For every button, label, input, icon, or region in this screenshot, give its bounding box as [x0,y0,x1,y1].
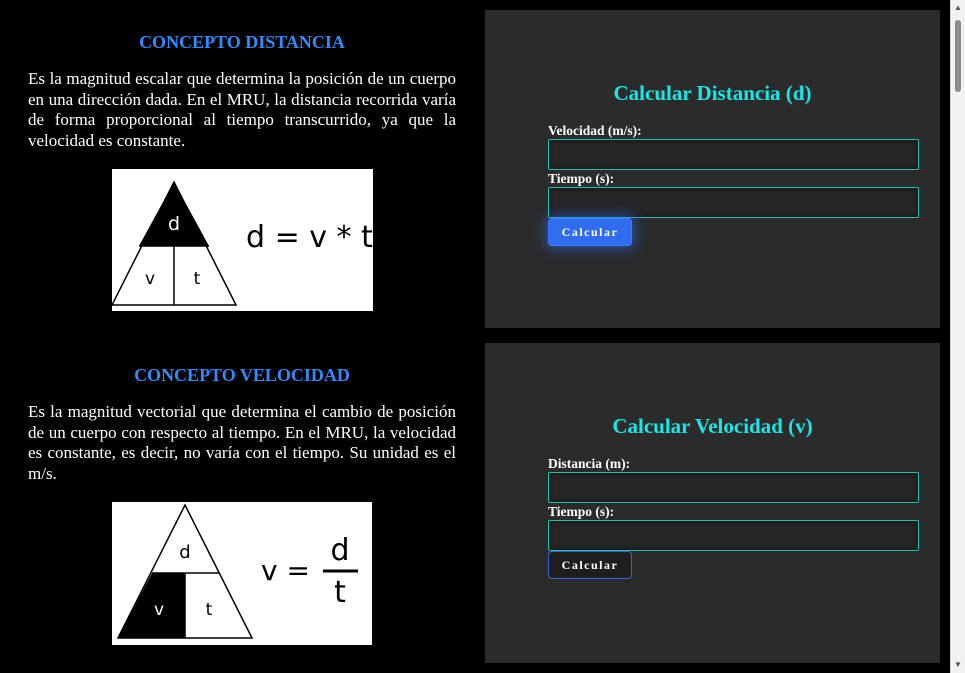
scroll-down-arrow-icon[interactable]: ▼ [954,661,962,669]
triangle-label-d: d [168,213,180,235]
formula-text-distance: d = v * t [246,220,373,255]
distance-section: CONCEPTO DISTANCIA Es la magnitud escala… [0,0,950,335]
formula-denominator: t [334,575,346,610]
velocity-calculator-panel: Calcular Velocidad (v) Distancia (m): Ti… [485,343,940,663]
calculate-distance-button[interactable]: Calcular [548,218,632,246]
panel-title-velocity: Calcular Velocidad (v) [612,414,813,438]
formula-lhs-velocity: v = [261,554,310,587]
calculate-velocity-button[interactable]: Calcular [548,551,632,579]
velocity-input[interactable] [548,139,919,170]
time-field-label: Tiempo (s): [548,504,615,519]
triangle-label-d: d [179,542,190,563]
velocity-field-label: Velocidad (m/s): [548,123,642,138]
distance-formula-figure: d v t d = v * t [112,169,373,311]
distance-input[interactable] [548,472,919,503]
panel-title-distance: Calcular Distancia (d) [613,81,812,105]
time-field-label: Tiempo (s): [548,171,615,186]
concept-title-velocity: CONCEPTO VELOCIDAD [134,365,350,385]
formula-numerator: d [330,533,349,568]
scroll-thumb[interactable] [955,20,961,92]
triangle-label-t: t [206,600,213,620]
velocity-formula-figure: d v t v = d t [112,502,372,645]
concept-text-velocity: Es la magnitud vectorial que determina e… [28,402,456,483]
triangle-left-filled [118,573,185,638]
triangle-label-t: t [194,269,201,289]
page-scrollbar[interactable]: ▲ ▼ [950,0,965,673]
time-input[interactable] [548,187,919,218]
triangle-label-v: v [145,269,155,289]
scroll-up-arrow-icon[interactable]: ▲ [954,4,962,12]
concept-text-distance: Es la magnitud escalar que determina la … [28,69,456,150]
concept-title-distance: CONCEPTO DISTANCIA [139,32,345,52]
distance-calculator-panel: Calcular Distancia (d) Velocidad (m/s): … [485,10,940,328]
triangle-label-v: v [154,600,164,620]
velocity-section: CONCEPTO VELOCIDAD Es la magnitud vector… [0,335,950,673]
distance-field-label: Distancia (m): [548,456,631,471]
time-input[interactable] [548,520,919,551]
